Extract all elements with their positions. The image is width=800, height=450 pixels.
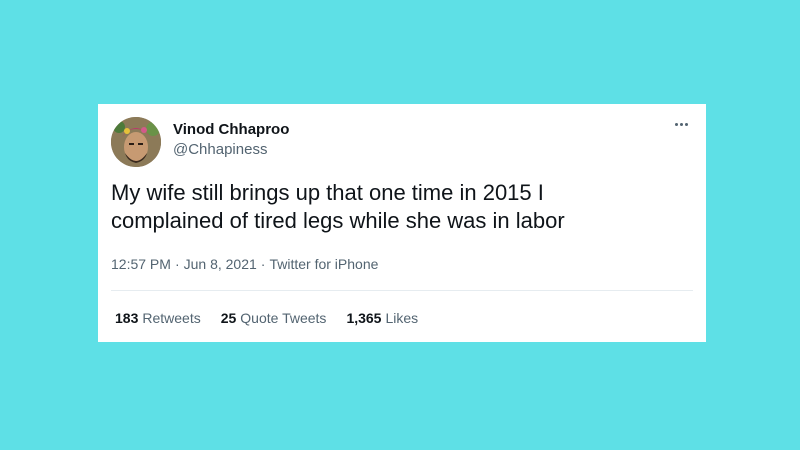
tweet-text-line: My wife still brings up that one time in… xyxy=(111,180,544,205)
tweet-date[interactable]: Jun 8, 2021 xyxy=(184,256,257,272)
retweets-stat[interactable]: 183 Retweets xyxy=(115,310,201,326)
more-options-button[interactable] xyxy=(670,116,692,132)
likes-count: 1,365 xyxy=(346,310,382,326)
tweet-stats: 183 Retweets 25 Quote Tweets 1,365 Likes xyxy=(115,310,418,326)
author-handle[interactable]: @Chhapiness xyxy=(173,141,267,158)
quote-tweets-stat[interactable]: 25 Quote Tweets xyxy=(221,310,327,326)
retweets-label: Retweets xyxy=(142,310,201,326)
more-dots-icon xyxy=(684,122,688,126)
avatar[interactable] xyxy=(111,117,161,167)
more-dots-icon xyxy=(674,122,678,126)
quote-tweets-count: 25 xyxy=(220,310,237,326)
profile-photo-icon xyxy=(111,117,161,167)
more-dots-icon xyxy=(679,122,683,126)
retweets-count: 183 xyxy=(115,310,139,326)
tweet-source[interactable]: Twitter for iPhone xyxy=(269,256,378,272)
author-name[interactable]: Vinod Chhaproo xyxy=(173,121,289,138)
tweet-card: Vinod Chhaproo @Chhapiness My wife still… xyxy=(98,104,706,342)
divider xyxy=(111,290,693,291)
meta-separator: · xyxy=(260,256,266,272)
tweet-time[interactable]: 12:57 PM xyxy=(111,256,171,272)
tweet-text: My wife still brings up that one time in… xyxy=(111,179,691,235)
meta-separator: · xyxy=(174,256,180,272)
likes-label: Likes xyxy=(385,310,419,326)
tweet-meta: 12:57 PM · Jun 8, 2021 · Twitter for iPhone xyxy=(111,256,378,272)
quote-tweets-label: Quote Tweets xyxy=(240,310,327,326)
likes-stat[interactable]: 1,365 Likes xyxy=(346,310,418,326)
tweet-text-line: complained of tired legs while she was i… xyxy=(111,208,565,233)
